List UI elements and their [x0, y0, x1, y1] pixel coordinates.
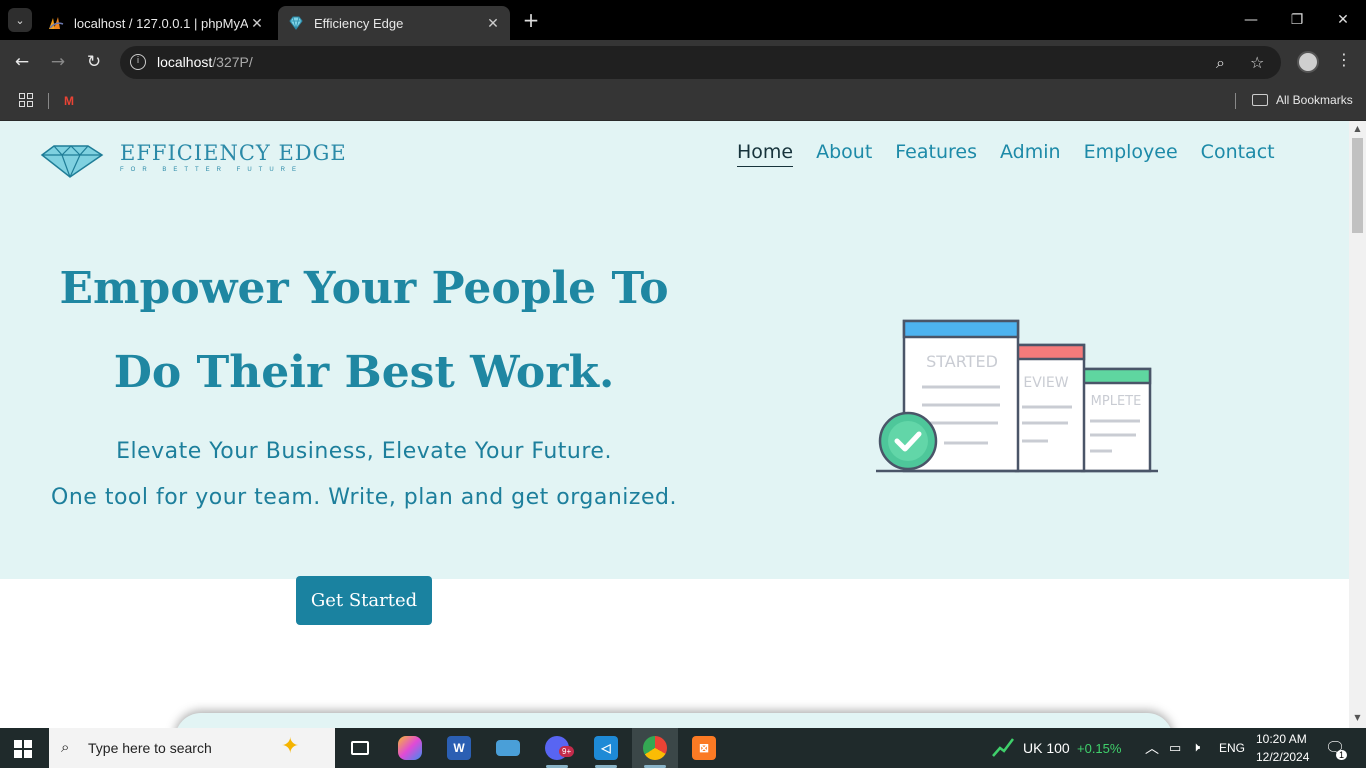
- tab-title: Efficiency Edge: [314, 15, 404, 31]
- language-indicator[interactable]: ENG: [1219, 741, 1245, 755]
- discord-badge: 9+: [559, 746, 575, 757]
- bookmark-star-icon[interactable]: ☆: [1250, 53, 1264, 72]
- nav-employee[interactable]: Employee: [1084, 141, 1178, 167]
- url-path: /327P/: [212, 54, 253, 70]
- notification-count: 1: [1336, 750, 1348, 760]
- logo-text: EFFICIENCY EDGE: [120, 141, 347, 165]
- browser-tab-bar: ⌄ localhost / 127.0.0.1 | phpMyAdmin ✕ E…: [0, 0, 1366, 40]
- nav-admin[interactable]: Admin: [1000, 141, 1061, 167]
- site-info-icon[interactable]: i: [130, 54, 146, 70]
- scroll-down-icon[interactable]: ▼: [1353, 713, 1362, 722]
- reload-icon[interactable]: ↻: [82, 50, 106, 74]
- page-viewport: EFFICIENCY EDGE FOR BETTER FUTURE Home A…: [0, 121, 1366, 728]
- scrollbar-thumb[interactable]: [1352, 138, 1363, 233]
- xampp-app[interactable]: ⊠: [681, 728, 727, 768]
- xampp-icon: ⊠: [692, 736, 716, 760]
- copilot-app[interactable]: [387, 728, 433, 768]
- logo-tagline: FOR BETTER FUTURE: [120, 167, 303, 173]
- tab-title: localhost / 127.0.0.1 | phpMyAdmin: [74, 15, 248, 31]
- stock-chart-icon: [992, 738, 1014, 757]
- back-arrow-icon[interactable]: ←: [10, 50, 34, 74]
- windows-taskbar: ⌕ Type here to search ✦ W 9+ ◁ ⊠ UK 100 …: [0, 728, 1366, 768]
- bookmark-divider: [48, 93, 49, 109]
- tab-efficiency-edge[interactable]: Efficiency Edge ✕: [278, 6, 510, 40]
- hero-subline-1: Elevate Your Business, Elevate Your Futu…: [116, 439, 612, 464]
- close-window-icon[interactable]: ✕: [1320, 0, 1366, 40]
- taskbar-search-placeholder: Type here to search: [88, 740, 212, 756]
- feature-card: [175, 713, 1173, 728]
- speaker-muted-icon[interactable]: 🕨: [1192, 739, 1200, 755]
- search-icon: ⌕: [61, 738, 70, 756]
- close-tab-icon[interactable]: ✕: [248, 15, 266, 32]
- tab-phpmyadmin[interactable]: localhost / 127.0.0.1 | phpMyAdmin ✕: [38, 6, 274, 40]
- hero-subline-2: One tool for your team. Write, plan and …: [51, 485, 677, 510]
- restore-icon[interactable]: ❐: [1274, 0, 1320, 40]
- vscode-icon: ◁: [594, 736, 618, 760]
- hero-headline-line1: Empower Your People To: [59, 263, 669, 314]
- hero-section: EFFICIENCY EDGE FOR BETTER FUTURE Home A…: [0, 121, 1349, 579]
- profile-avatar[interactable]: [1297, 51, 1319, 73]
- file-explorer-app[interactable]: [485, 728, 531, 768]
- scroll-up-icon[interactable]: ▲: [1353, 124, 1362, 133]
- nav-features[interactable]: Features: [895, 141, 977, 167]
- main-nav: Home About Features Admin Employee Conta…: [737, 141, 1298, 167]
- nav-contact[interactable]: Contact: [1201, 141, 1275, 167]
- clock-date[interactable]: 12/2/2024: [1256, 750, 1309, 764]
- diamond-icon: [289, 16, 303, 30]
- discord-app[interactable]: 9+: [534, 728, 580, 768]
- url-text[interactable]: localhost/327P/: [157, 54, 253, 70]
- new-tab-plus-icon[interactable]: +: [520, 8, 542, 32]
- folder-icon: [1252, 94, 1268, 106]
- copilot-sparkle-icon: ✦: [281, 734, 300, 759]
- taskbar-search-box[interactable]: ⌕ Type here to search ✦: [49, 728, 335, 768]
- browser-toolbar: ← → ↻ i localhost/327P/ ⌕ ☆ ⋮: [0, 40, 1366, 85]
- word-app[interactable]: W: [436, 728, 482, 768]
- gmail-icon[interactable]: M: [64, 94, 74, 108]
- bookmarks-bar: M All Bookmarks: [0, 85, 1366, 121]
- task-boards-illustration: MPLETE EVIEW STARTED: [876, 319, 1158, 473]
- close-tab-icon[interactable]: ✕: [484, 15, 502, 32]
- windows-start-icon[interactable]: [14, 740, 32, 758]
- review-label: EVIEW: [1023, 375, 1068, 391]
- copilot-icon: [398, 736, 422, 760]
- chrome-icon: [643, 736, 667, 760]
- browser-menu-icon[interactable]: ⋮: [1336, 50, 1352, 69]
- nav-about[interactable]: About: [816, 141, 872, 167]
- hero-headline-line2: Do Their Best Work.: [113, 347, 615, 398]
- nav-home[interactable]: Home: [737, 141, 794, 167]
- complete-label: MPLETE: [1091, 394, 1142, 409]
- forward-arrow-icon[interactable]: →: [46, 50, 70, 74]
- phpmyadmin-icon: [49, 17, 64, 29]
- battery-icon[interactable]: ▭: [1169, 740, 1181, 756]
- apps-grid-icon[interactable]: [19, 93, 33, 107]
- task-view-button[interactable]: [337, 728, 383, 768]
- diamond-logo-icon: [40, 145, 104, 178]
- page-scrollbar[interactable]: ▲ ▼: [1349, 121, 1366, 728]
- zoom-icon[interactable]: ⌕: [1216, 53, 1225, 73]
- chrome-app[interactable]: [632, 728, 678, 768]
- bookmark-divider: [1235, 93, 1236, 109]
- all-bookmarks-label: All Bookmarks: [1276, 93, 1353, 107]
- minimize-icon[interactable]: —: [1228, 0, 1274, 40]
- all-bookmarks-button[interactable]: All Bookmarks: [1252, 93, 1353, 107]
- show-hidden-icons-chevron-icon[interactable]: ︿: [1145, 738, 1159, 758]
- ticker-change[interactable]: +0.15%: [1077, 741, 1121, 756]
- site-logo[interactable]: EFFICIENCY EDGE FOR BETTER FUTURE: [40, 141, 370, 181]
- task-view-icon: [351, 741, 369, 755]
- address-bar[interactable]: i localhost/327P/ ⌕ ☆: [120, 46, 1281, 79]
- url-host: localhost: [157, 54, 213, 70]
- vscode-app[interactable]: ◁: [583, 728, 629, 768]
- laptop-icon: [496, 740, 520, 756]
- clock-time[interactable]: 10:20 AM: [1256, 732, 1307, 746]
- ticker-name[interactable]: UK 100: [1023, 740, 1070, 756]
- word-icon: W: [447, 736, 471, 760]
- started-label: STARTED: [926, 352, 998, 371]
- get-started-button[interactable]: Get Started: [296, 576, 432, 625]
- tab-search-button[interactable]: ⌄: [8, 8, 32, 32]
